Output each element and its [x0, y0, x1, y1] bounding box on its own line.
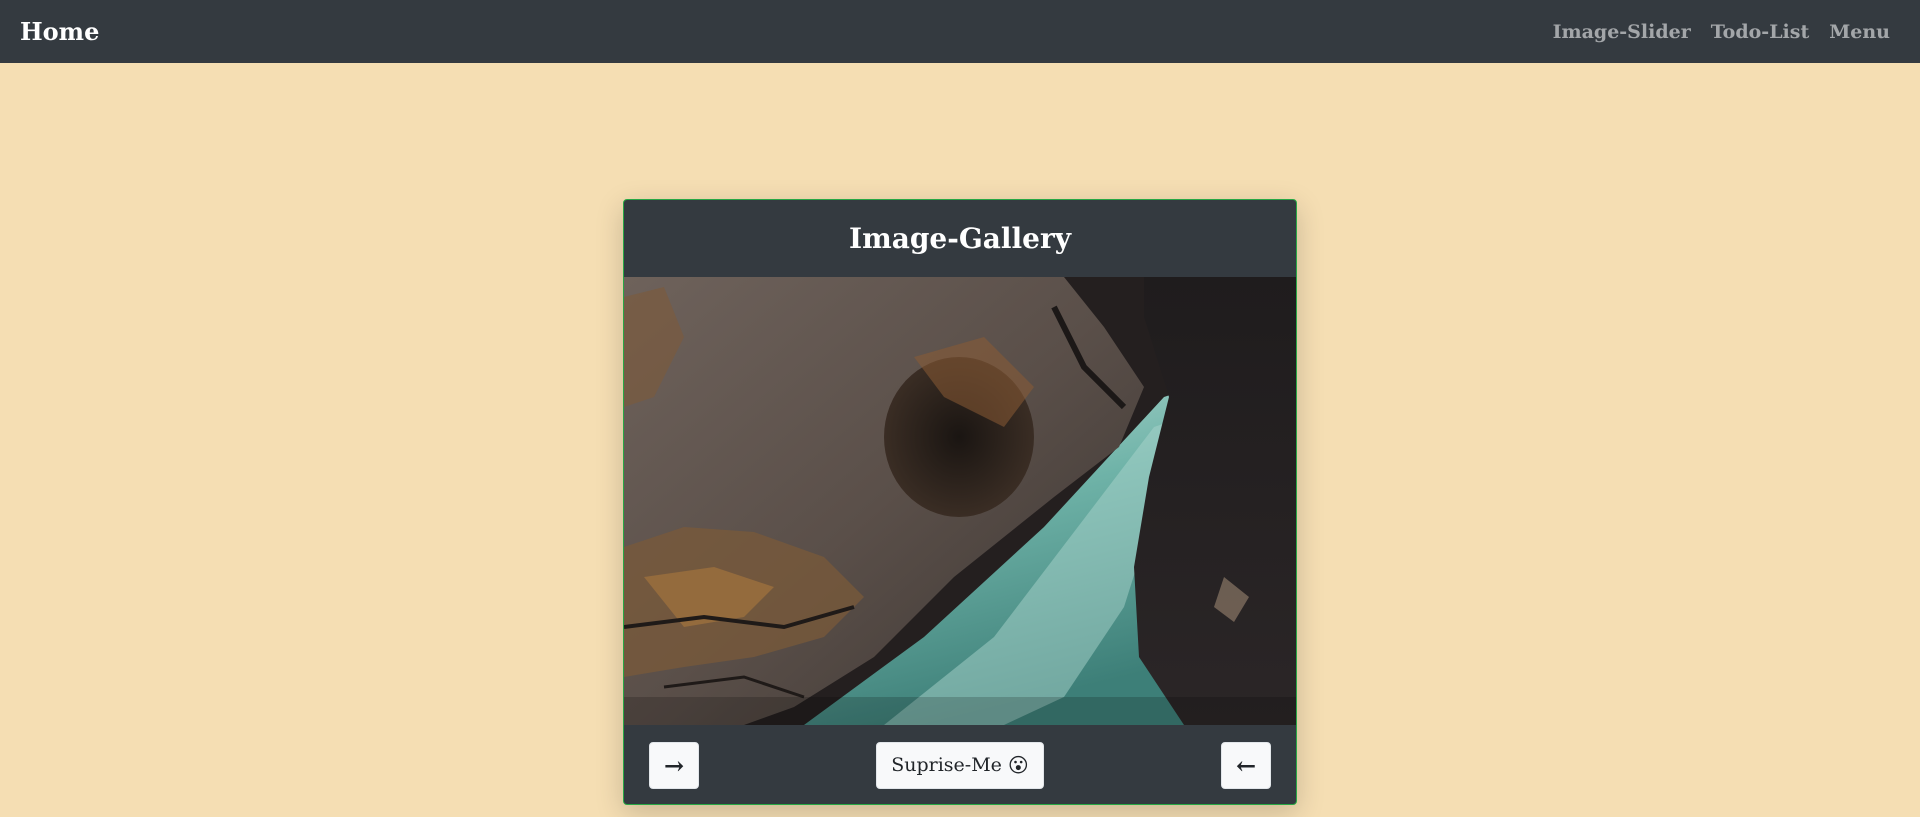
- arrow-left-icon: ←: [1235, 750, 1257, 780]
- gallery-image: [624, 277, 1296, 725]
- navbar: Home Image-Slider Todo-List Menu: [0, 0, 1920, 63]
- surprise-me-button[interactable]: Suprise-Me 😮: [876, 741, 1044, 789]
- image-gallery-card: Image-Gallery → Suprise-Me 😮 ←: [623, 199, 1297, 805]
- surprise-me-label: Suprise-Me: [891, 754, 1002, 776]
- home-link[interactable]: Home: [20, 17, 99, 46]
- gallery-title: Image-Gallery: [848, 222, 1072, 255]
- nav-link-todo-list[interactable]: Todo-List: [1711, 21, 1810, 43]
- nav-link-menu[interactable]: Menu: [1829, 21, 1890, 43]
- gallery-controls: → Suprise-Me 😮 ←: [624, 725, 1296, 804]
- next-button[interactable]: →: [649, 741, 699, 789]
- nav-links: Image-Slider Todo-List Menu: [1553, 21, 1900, 43]
- arrow-right-icon: →: [663, 750, 685, 780]
- surprised-face-icon: 😮: [1007, 753, 1029, 777]
- nav-link-image-slider[interactable]: Image-Slider: [1553, 21, 1691, 43]
- prev-button[interactable]: ←: [1221, 741, 1271, 789]
